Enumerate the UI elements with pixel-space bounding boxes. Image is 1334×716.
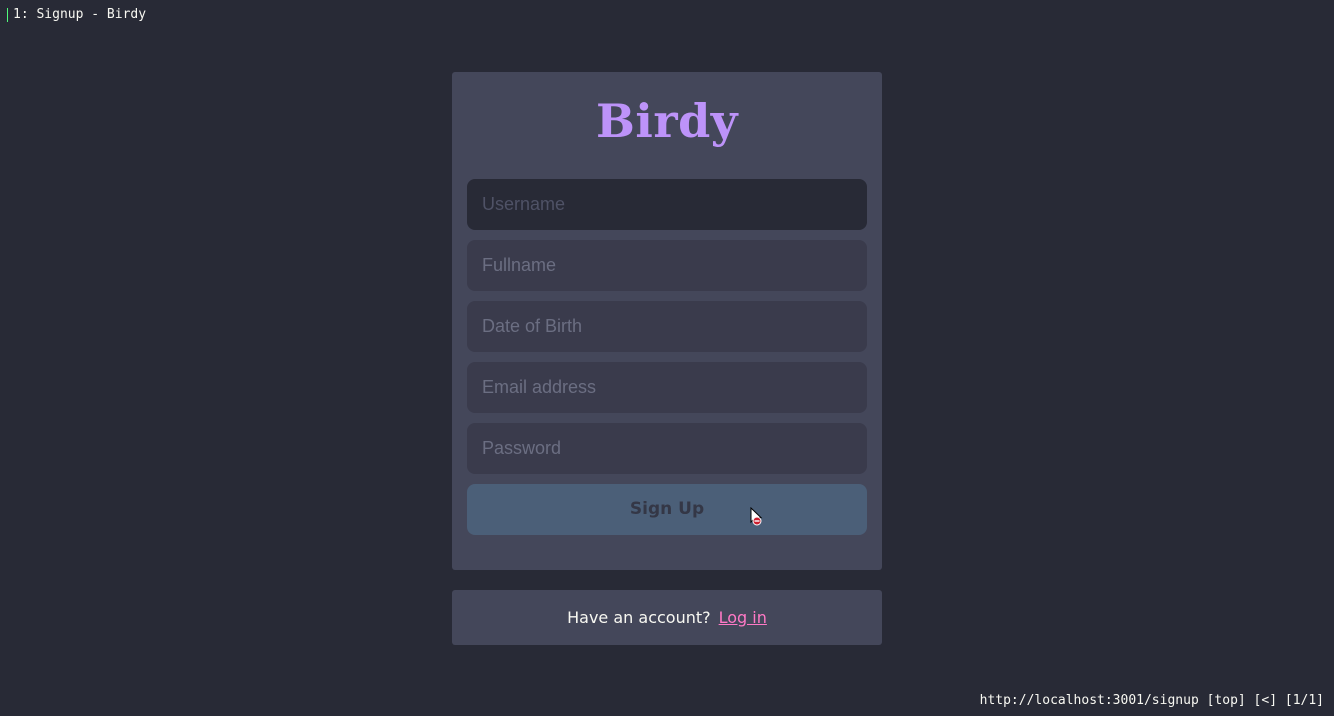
login-link[interactable]: Log in <box>719 608 767 627</box>
login-prompt-line: Have an account? Log in <box>452 590 882 645</box>
login-prompt-text: Have an account? <box>567 608 711 627</box>
email-input[interactable] <box>467 362 867 413</box>
signup-button[interactable]: Sign Up <box>467 484 867 535</box>
username-input[interactable] <box>467 179 867 230</box>
tab-title[interactable]: 1: Signup - Birdy <box>13 7 146 22</box>
fullname-input[interactable] <box>467 240 867 291</box>
app-logo: Birdy <box>596 94 738 148</box>
status-bar-url: http://localhost:3001/signup [top] [<] [… <box>979 693 1324 708</box>
active-tab-indicator <box>7 8 8 22</box>
password-input[interactable] <box>467 423 867 474</box>
browser-tab-bar: 1: Signup - Birdy <box>0 0 1334 30</box>
date-of-birth-input[interactable] <box>467 301 867 352</box>
not-allowed-cursor-icon <box>750 507 763 526</box>
